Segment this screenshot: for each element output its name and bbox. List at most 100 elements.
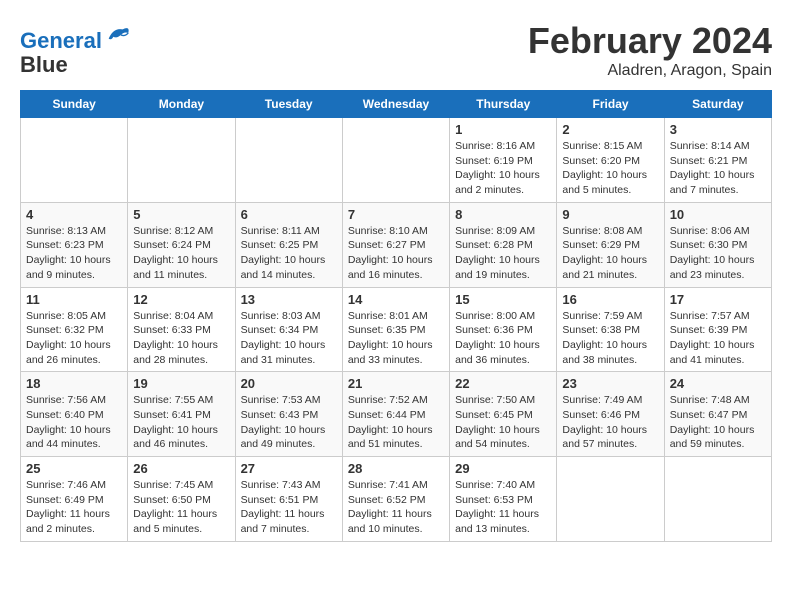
logo-text: General Blue	[20, 20, 132, 77]
day-number: 9	[562, 207, 658, 222]
location: Aladren, Aragon, Spain	[528, 62, 772, 80]
day-info: Sunrise: 8:04 AMSunset: 6:33 PMDaylight:…	[133, 309, 229, 368]
calendar-cell: 25 Sunrise: 7:46 AMSunset: 6:49 PMDayligh…	[21, 457, 128, 542]
calendar-cell: 5 Sunrise: 8:12 AMSunset: 6:24 PMDaylight…	[128, 202, 235, 287]
calendar-cell: 23 Sunrise: 7:49 AMSunset: 6:46 PMDayligh…	[557, 372, 664, 457]
day-number: 6	[241, 207, 337, 222]
day-number: 15	[455, 292, 551, 307]
day-number: 19	[133, 376, 229, 391]
day-number: 22	[455, 376, 551, 391]
day-info: Sunrise: 8:12 AMSunset: 6:24 PMDaylight:…	[133, 224, 229, 283]
day-header-sunday: Sunday	[21, 91, 128, 118]
day-number: 23	[562, 376, 658, 391]
calendar-cell: 27 Sunrise: 7:43 AMSunset: 6:51 PMDayligh…	[235, 457, 342, 542]
calendar-cell: 18Sunrise: 7:56 AMSunset: 6:40 PMDayligh…	[21, 372, 128, 457]
day-number: 10	[670, 207, 766, 222]
calendar-cell: 14 Sunrise: 8:01 AMSunset: 6:35 PMDayligh…	[342, 287, 449, 372]
calendar-cell: 13 Sunrise: 8:03 AMSunset: 6:34 PMDayligh…	[235, 287, 342, 372]
calendar-cell: 21 Sunrise: 7:52 AMSunset: 6:44 PMDayligh…	[342, 372, 449, 457]
day-info: Sunrise: 7:46 AMSunset: 6:49 PMDaylight:…	[26, 478, 122, 537]
logo: General Blue	[20, 20, 132, 77]
day-number: 27	[241, 461, 337, 476]
day-number: 24	[670, 376, 766, 391]
calendar-cell	[128, 118, 235, 203]
day-info: Sunrise: 7:56 AMSunset: 6:40 PMDaylight:…	[26, 393, 122, 452]
month-title: February 2024	[528, 20, 772, 62]
calendar-cell: 4Sunrise: 8:13 AMSunset: 6:23 PMDaylight…	[21, 202, 128, 287]
day-number: 29	[455, 461, 551, 476]
title-block: February 2024 Aladren, Aragon, Spain	[528, 20, 772, 80]
day-header-wednesday: Wednesday	[342, 91, 449, 118]
day-number: 7	[348, 207, 444, 222]
calendar-cell: 15 Sunrise: 8:00 AMSunset: 6:36 PMDayligh…	[450, 287, 557, 372]
calendar-cell: 16 Sunrise: 7:59 AMSunset: 6:38 PMDayligh…	[557, 287, 664, 372]
calendar-week-4: 18Sunrise: 7:56 AMSunset: 6:40 PMDayligh…	[21, 372, 772, 457]
day-info: Sunrise: 7:52 AMSunset: 6:44 PMDaylight:…	[348, 393, 444, 452]
day-info: Sunrise: 7:49 AMSunset: 6:46 PMDaylight:…	[562, 393, 658, 452]
day-info: Sunrise: 8:09 AMSunset: 6:28 PMDaylight:…	[455, 224, 551, 283]
day-number: 2	[562, 122, 658, 137]
day-info: Sunrise: 7:41 AMSunset: 6:52 PMDaylight:…	[348, 478, 444, 537]
day-info: Sunrise: 8:01 AMSunset: 6:35 PMDaylight:…	[348, 309, 444, 368]
calendar-week-1: 1Sunrise: 8:16 AMSunset: 6:19 PMDaylight…	[21, 118, 772, 203]
day-info: Sunrise: 8:16 AMSunset: 6:19 PMDaylight:…	[455, 139, 551, 198]
calendar-cell: 20 Sunrise: 7:53 AMSunset: 6:43 PMDayligh…	[235, 372, 342, 457]
day-number: 25	[26, 461, 122, 476]
day-number: 5	[133, 207, 229, 222]
day-info: Sunrise: 8:00 AMSunset: 6:36 PMDaylight:…	[455, 309, 551, 368]
day-info: Sunrise: 7:43 AMSunset: 6:51 PMDaylight:…	[241, 478, 337, 537]
calendar-cell: 10 Sunrise: 8:06 AMSunset: 6:30 PMDayligh…	[664, 202, 771, 287]
day-info: Sunrise: 8:03 AMSunset: 6:34 PMDaylight:…	[241, 309, 337, 368]
day-info: Sunrise: 8:10 AMSunset: 6:27 PMDaylight:…	[348, 224, 444, 283]
calendar-cell: 22 Sunrise: 7:50 AMSunset: 6:45 PMDayligh…	[450, 372, 557, 457]
calendar-body: 1Sunrise: 8:16 AMSunset: 6:19 PMDaylight…	[21, 118, 772, 542]
page-header: General Blue February 2024 Aladren, Arag…	[20, 20, 772, 80]
day-info: Sunrise: 7:50 AMSunset: 6:45 PMDaylight:…	[455, 393, 551, 452]
day-number: 20	[241, 376, 337, 391]
calendar-cell: 24 Sunrise: 7:48 AMSunset: 6:47 PMDayligh…	[664, 372, 771, 457]
day-number: 3	[670, 122, 766, 137]
calendar-cell: 28 Sunrise: 7:41 AMSunset: 6:52 PMDayligh…	[342, 457, 449, 542]
day-info: Sunrise: 7:57 AMSunset: 6:39 PMDaylight:…	[670, 309, 766, 368]
calendar-cell: 12Sunrise: 8:04 AMSunset: 6:33 PMDayligh…	[128, 287, 235, 372]
calendar-cell	[21, 118, 128, 203]
calendar-table: SundayMondayTuesdayWednesdayThursdayFrid…	[20, 90, 772, 542]
calendar-cell: 9 Sunrise: 8:08 AMSunset: 6:29 PMDaylight…	[557, 202, 664, 287]
day-info: Sunrise: 8:15 AMSunset: 6:20 PMDaylight:…	[562, 139, 658, 198]
day-number: 28	[348, 461, 444, 476]
day-info: Sunrise: 8:08 AMSunset: 6:29 PMDaylight:…	[562, 224, 658, 283]
day-number: 11	[26, 292, 122, 307]
calendar-header-row: SundayMondayTuesdayWednesdayThursdayFrid…	[21, 91, 772, 118]
day-number: 26	[133, 461, 229, 476]
day-info: Sunrise: 8:05 AMSunset: 6:32 PMDaylight:…	[26, 309, 122, 368]
calendar-cell: 29Sunrise: 7:40 AMSunset: 6:53 PMDayligh…	[450, 457, 557, 542]
day-info: Sunrise: 8:06 AMSunset: 6:30 PMDaylight:…	[670, 224, 766, 283]
calendar-week-2: 4Sunrise: 8:13 AMSunset: 6:23 PMDaylight…	[21, 202, 772, 287]
day-info: Sunrise: 7:53 AMSunset: 6:43 PMDaylight:…	[241, 393, 337, 452]
calendar-cell	[342, 118, 449, 203]
calendar-cell	[235, 118, 342, 203]
day-info: Sunrise: 7:59 AMSunset: 6:38 PMDaylight:…	[562, 309, 658, 368]
day-number: 16	[562, 292, 658, 307]
day-header-tuesday: Tuesday	[235, 91, 342, 118]
day-number: 17	[670, 292, 766, 307]
calendar-week-3: 11 Sunrise: 8:05 AMSunset: 6:32 PMDayligh…	[21, 287, 772, 372]
day-header-monday: Monday	[128, 91, 235, 118]
day-number: 8	[455, 207, 551, 222]
day-info: Sunrise: 7:45 AMSunset: 6:50 PMDaylight:…	[133, 478, 229, 537]
calendar-cell: 8 Sunrise: 8:09 AMSunset: 6:28 PMDaylight…	[450, 202, 557, 287]
calendar-cell: 3Sunrise: 8:14 AMSunset: 6:21 PMDaylight…	[664, 118, 771, 203]
logo-bird-icon	[104, 20, 132, 48]
day-number: 13	[241, 292, 337, 307]
calendar-cell	[557, 457, 664, 542]
calendar-week-5: 25 Sunrise: 7:46 AMSunset: 6:49 PMDayligh…	[21, 457, 772, 542]
calendar-cell: 7 Sunrise: 8:10 AMSunset: 6:27 PMDaylight…	[342, 202, 449, 287]
day-header-saturday: Saturday	[664, 91, 771, 118]
day-header-thursday: Thursday	[450, 91, 557, 118]
calendar-cell	[664, 457, 771, 542]
calendar-cell: 17 Sunrise: 7:57 AMSunset: 6:39 PMDayligh…	[664, 287, 771, 372]
day-number: 21	[348, 376, 444, 391]
day-info: Sunrise: 7:48 AMSunset: 6:47 PMDaylight:…	[670, 393, 766, 452]
day-number: 14	[348, 292, 444, 307]
day-header-friday: Friday	[557, 91, 664, 118]
